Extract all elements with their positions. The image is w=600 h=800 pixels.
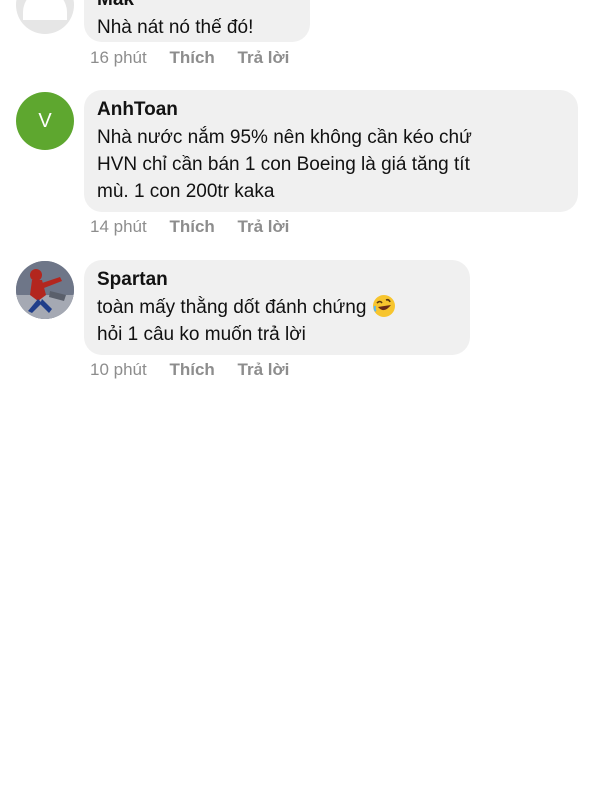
default-avatar[interactable] xyxy=(16,0,74,34)
reply-button[interactable]: Trả lời xyxy=(238,48,290,67)
comment-text: Nhà nước nắm 95% nên không cần kéo chứ H… xyxy=(97,124,564,205)
spiderman-figure-icon xyxy=(16,261,74,319)
comment-author[interactable]: Mak xyxy=(97,0,296,11)
like-button[interactable]: Thích xyxy=(169,48,214,67)
photo-avatar[interactable] xyxy=(16,261,74,319)
comment-text-line: mù. 1 con 200tr kaka xyxy=(97,181,275,202)
rolling-on-floor-laughing-emoji-icon xyxy=(372,295,395,317)
avatar-silhouette-body xyxy=(23,0,67,20)
comment-text-line: HVN chỉ cần bán 1 con Boeing là giá tăng… xyxy=(97,154,470,175)
comment-actions: 10 phút Thích Trả lời xyxy=(90,360,307,380)
comment-bubble: Mak Nhà nát nó thế đó! xyxy=(84,0,310,42)
comment-bubble: AnhToan Nhà nước nắm 95% nên không cần k… xyxy=(84,90,578,212)
comment-text-line: toàn mấy thằng dốt đánh chứng xyxy=(97,294,456,321)
comment-author[interactable]: Spartan xyxy=(97,269,456,291)
avatar-letter: V xyxy=(38,109,52,132)
comment-text: toàn mấy thằng dốt đánh chứng hỏi 1 câu … xyxy=(97,294,456,348)
comment-text-line: hỏi 1 câu ko muốn trả lời xyxy=(97,324,306,345)
comment-author[interactable]: AnhToan xyxy=(97,99,564,121)
comment-text-span: toàn mấy thằng dốt đánh chứng xyxy=(97,297,367,318)
comment-time[interactable]: 16 phút xyxy=(90,48,147,67)
comment-bubble: Spartan toàn mấy thằng dốt đánh chứng hỏ… xyxy=(84,260,470,355)
comment-time[interactable]: 14 phút xyxy=(90,217,147,236)
like-button[interactable]: Thích xyxy=(169,217,214,236)
comment-text-line: Nhà nước nắm 95% nên không cần kéo chứ xyxy=(97,127,472,148)
comment-actions: 14 phút Thích Trả lời xyxy=(90,217,307,237)
reply-button[interactable]: Trả lời xyxy=(238,360,290,379)
comment-time[interactable]: 10 phút xyxy=(90,360,147,379)
reply-button[interactable]: Trả lời xyxy=(238,217,290,236)
comment-text: Nhà nát nó thế đó! xyxy=(97,17,254,38)
comment-actions: 16 phút Thích Trả lời xyxy=(90,48,307,68)
letter-avatar[interactable]: V xyxy=(16,92,74,150)
like-button[interactable]: Thích xyxy=(169,360,214,379)
